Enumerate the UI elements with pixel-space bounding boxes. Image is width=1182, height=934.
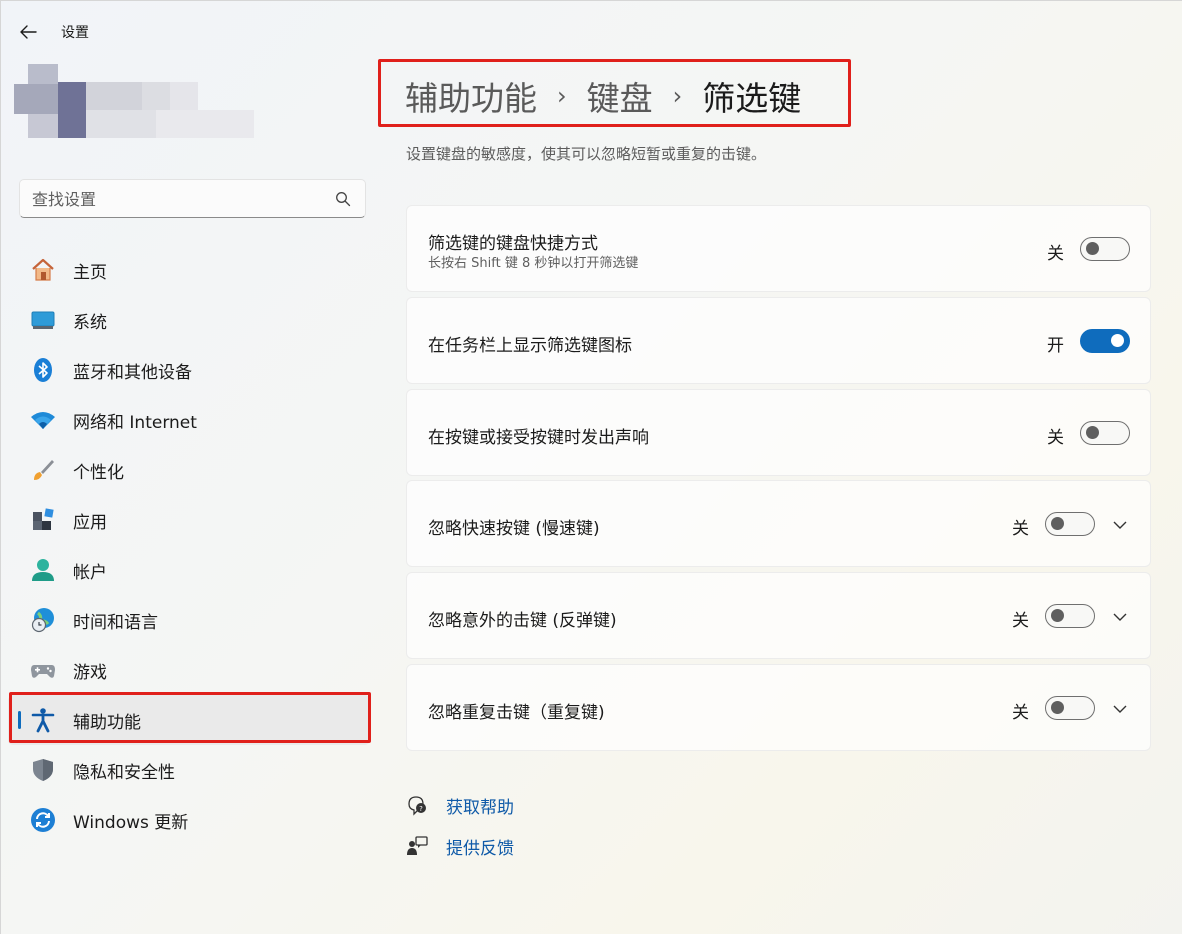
toggle-state-label: 开 bbox=[1047, 336, 1064, 356]
toggle-switch[interactable] bbox=[1045, 512, 1095, 536]
shield-icon bbox=[30, 757, 56, 783]
setting-card-slow-keys[interactable]: 忽略快速按键 (慢速键) 关 bbox=[406, 480, 1151, 567]
toggle-switch[interactable] bbox=[1080, 237, 1130, 261]
chevron-down-icon[interactable] bbox=[1111, 516, 1129, 534]
brush-icon bbox=[30, 457, 56, 483]
highlight-box-nav bbox=[9, 692, 371, 743]
arrow-left-icon bbox=[20, 25, 37, 39]
setting-card-sound-on-keypress[interactable]: 在按键或接受按键时发出声响 关 bbox=[406, 389, 1151, 476]
sidebar-item-network[interactable]: 网络和 Internet bbox=[8, 395, 370, 445]
toggle-state-label: 关 bbox=[1012, 611, 1029, 631]
setting-card-repeat-keys[interactable]: 忽略重复击键（重复键) 关 bbox=[406, 664, 1151, 751]
sidebar-nav: 主页 系统 蓝牙和其他设备 网络和 Internet 个性化 应用 帐户 时间和… bbox=[8, 245, 370, 845]
account-icon bbox=[30, 557, 56, 583]
home-icon bbox=[30, 257, 56, 283]
toggle-knob bbox=[1086, 242, 1099, 255]
sidebar-item-label: 游戏 bbox=[73, 662, 107, 683]
apps-icon bbox=[30, 507, 56, 533]
sidebar-item-label: 时间和语言 bbox=[73, 612, 158, 633]
toggle-knob bbox=[1111, 334, 1124, 347]
globe-clock-icon bbox=[30, 607, 56, 633]
setting-title: 忽略快速按键 (慢速键) bbox=[428, 519, 600, 539]
feedback-icon bbox=[405, 834, 429, 858]
setting-card-taskbar-icon[interactable]: 在任务栏上显示筛选键图标 开 bbox=[406, 297, 1151, 384]
toggle-state-label: 关 bbox=[1047, 244, 1064, 264]
setting-title: 筛选键的键盘快捷方式 bbox=[428, 234, 598, 254]
sidebar-item-label: 应用 bbox=[73, 512, 107, 533]
setting-title: 忽略重复击键（重复键) bbox=[428, 703, 605, 723]
sidebar-item-privacy[interactable]: 隐私和安全性 bbox=[8, 745, 370, 795]
sidebar-item-personalization[interactable]: 个性化 bbox=[8, 445, 370, 495]
sidebar-item-gaming[interactable]: 游戏 bbox=[8, 645, 370, 695]
toggle-state-label: 关 bbox=[1047, 428, 1064, 448]
toggle-switch[interactable] bbox=[1080, 329, 1130, 353]
svg-text:?: ? bbox=[419, 805, 423, 813]
search-box[interactable] bbox=[19, 179, 366, 218]
sidebar-item-label: 个性化 bbox=[73, 462, 124, 483]
sidebar-item-label: 系统 bbox=[73, 312, 107, 333]
sidebar-item-system[interactable]: 系统 bbox=[8, 295, 370, 345]
get-help-link[interactable]: 获取帮助 bbox=[446, 793, 514, 818]
page-subtitle: 设置键盘的敏感度，使其可以忽略短暂或重复的击键。 bbox=[406, 145, 767, 163]
toggle-knob bbox=[1051, 701, 1064, 714]
gamepad-icon bbox=[30, 657, 56, 683]
setting-card-filter-keys-shortcut[interactable]: 筛选键的键盘快捷方式 长按右 Shift 键 8 秒钟以打开筛选键 关 bbox=[406, 205, 1151, 292]
setting-title: 在按键或接受按键时发出声响 bbox=[428, 428, 649, 448]
bluetooth-icon bbox=[30, 357, 56, 383]
toggle-state-label: 关 bbox=[1012, 703, 1029, 723]
search-input[interactable] bbox=[32, 188, 332, 210]
chevron-down-icon[interactable] bbox=[1111, 608, 1129, 626]
search-icon[interactable] bbox=[335, 191, 351, 207]
help-chat-icon: ? bbox=[405, 793, 429, 817]
sidebar-item-label: 蓝牙和其他设备 bbox=[73, 362, 192, 383]
system-icon bbox=[30, 307, 56, 333]
chevron-down-icon[interactable] bbox=[1111, 700, 1129, 718]
sidebar-item-label: 主页 bbox=[73, 262, 107, 283]
sidebar-item-label: Windows 更新 bbox=[73, 812, 189, 833]
sidebar-item-apps[interactable]: 应用 bbox=[8, 495, 370, 545]
app-title: 设置 bbox=[61, 25, 89, 41]
update-icon bbox=[30, 807, 56, 833]
toggle-switch[interactable] bbox=[1045, 604, 1095, 628]
sidebar-item-home[interactable]: 主页 bbox=[8, 245, 370, 295]
sidebar-item-accounts[interactable]: 帐户 bbox=[8, 545, 370, 595]
sidebar-item-time-language[interactable]: 时间和语言 bbox=[8, 595, 370, 645]
wifi-icon bbox=[30, 407, 56, 433]
setting-title: 在任务栏上显示筛选键图标 bbox=[428, 336, 632, 356]
sidebar-item-bluetooth[interactable]: 蓝牙和其他设备 bbox=[8, 345, 370, 395]
toggle-state-label: 关 bbox=[1012, 519, 1029, 539]
sidebar-item-windows-update[interactable]: Windows 更新 bbox=[8, 795, 370, 845]
sidebar-item-label: 隐私和安全性 bbox=[73, 762, 175, 783]
get-help-link-row[interactable]: ? 获取帮助 bbox=[405, 792, 514, 818]
toggle-switch[interactable] bbox=[1080, 421, 1130, 445]
back-button[interactable] bbox=[12, 18, 44, 46]
toggle-knob bbox=[1051, 517, 1064, 530]
sidebar-item-label: 帐户 bbox=[73, 562, 107, 583]
setting-title: 忽略意外的击键 (反弹键) bbox=[428, 611, 617, 631]
give-feedback-link-row[interactable]: 提供反馈 bbox=[405, 833, 514, 859]
account-avatar-blurred bbox=[14, 62, 254, 152]
highlight-box-breadcrumb bbox=[378, 59, 851, 127]
give-feedback-link[interactable]: 提供反馈 bbox=[446, 834, 514, 859]
sidebar-item-label: 网络和 Internet bbox=[73, 412, 197, 433]
setting-card-bounce-keys[interactable]: 忽略意外的击键 (反弹键) 关 bbox=[406, 572, 1151, 659]
toggle-knob bbox=[1086, 426, 1099, 439]
toggle-knob bbox=[1051, 609, 1064, 622]
toggle-switch[interactable] bbox=[1045, 696, 1095, 720]
title-bar: 设置 bbox=[0, 0, 1182, 62]
setting-description: 长按右 Shift 键 8 秒钟以打开筛选键 bbox=[428, 256, 639, 271]
